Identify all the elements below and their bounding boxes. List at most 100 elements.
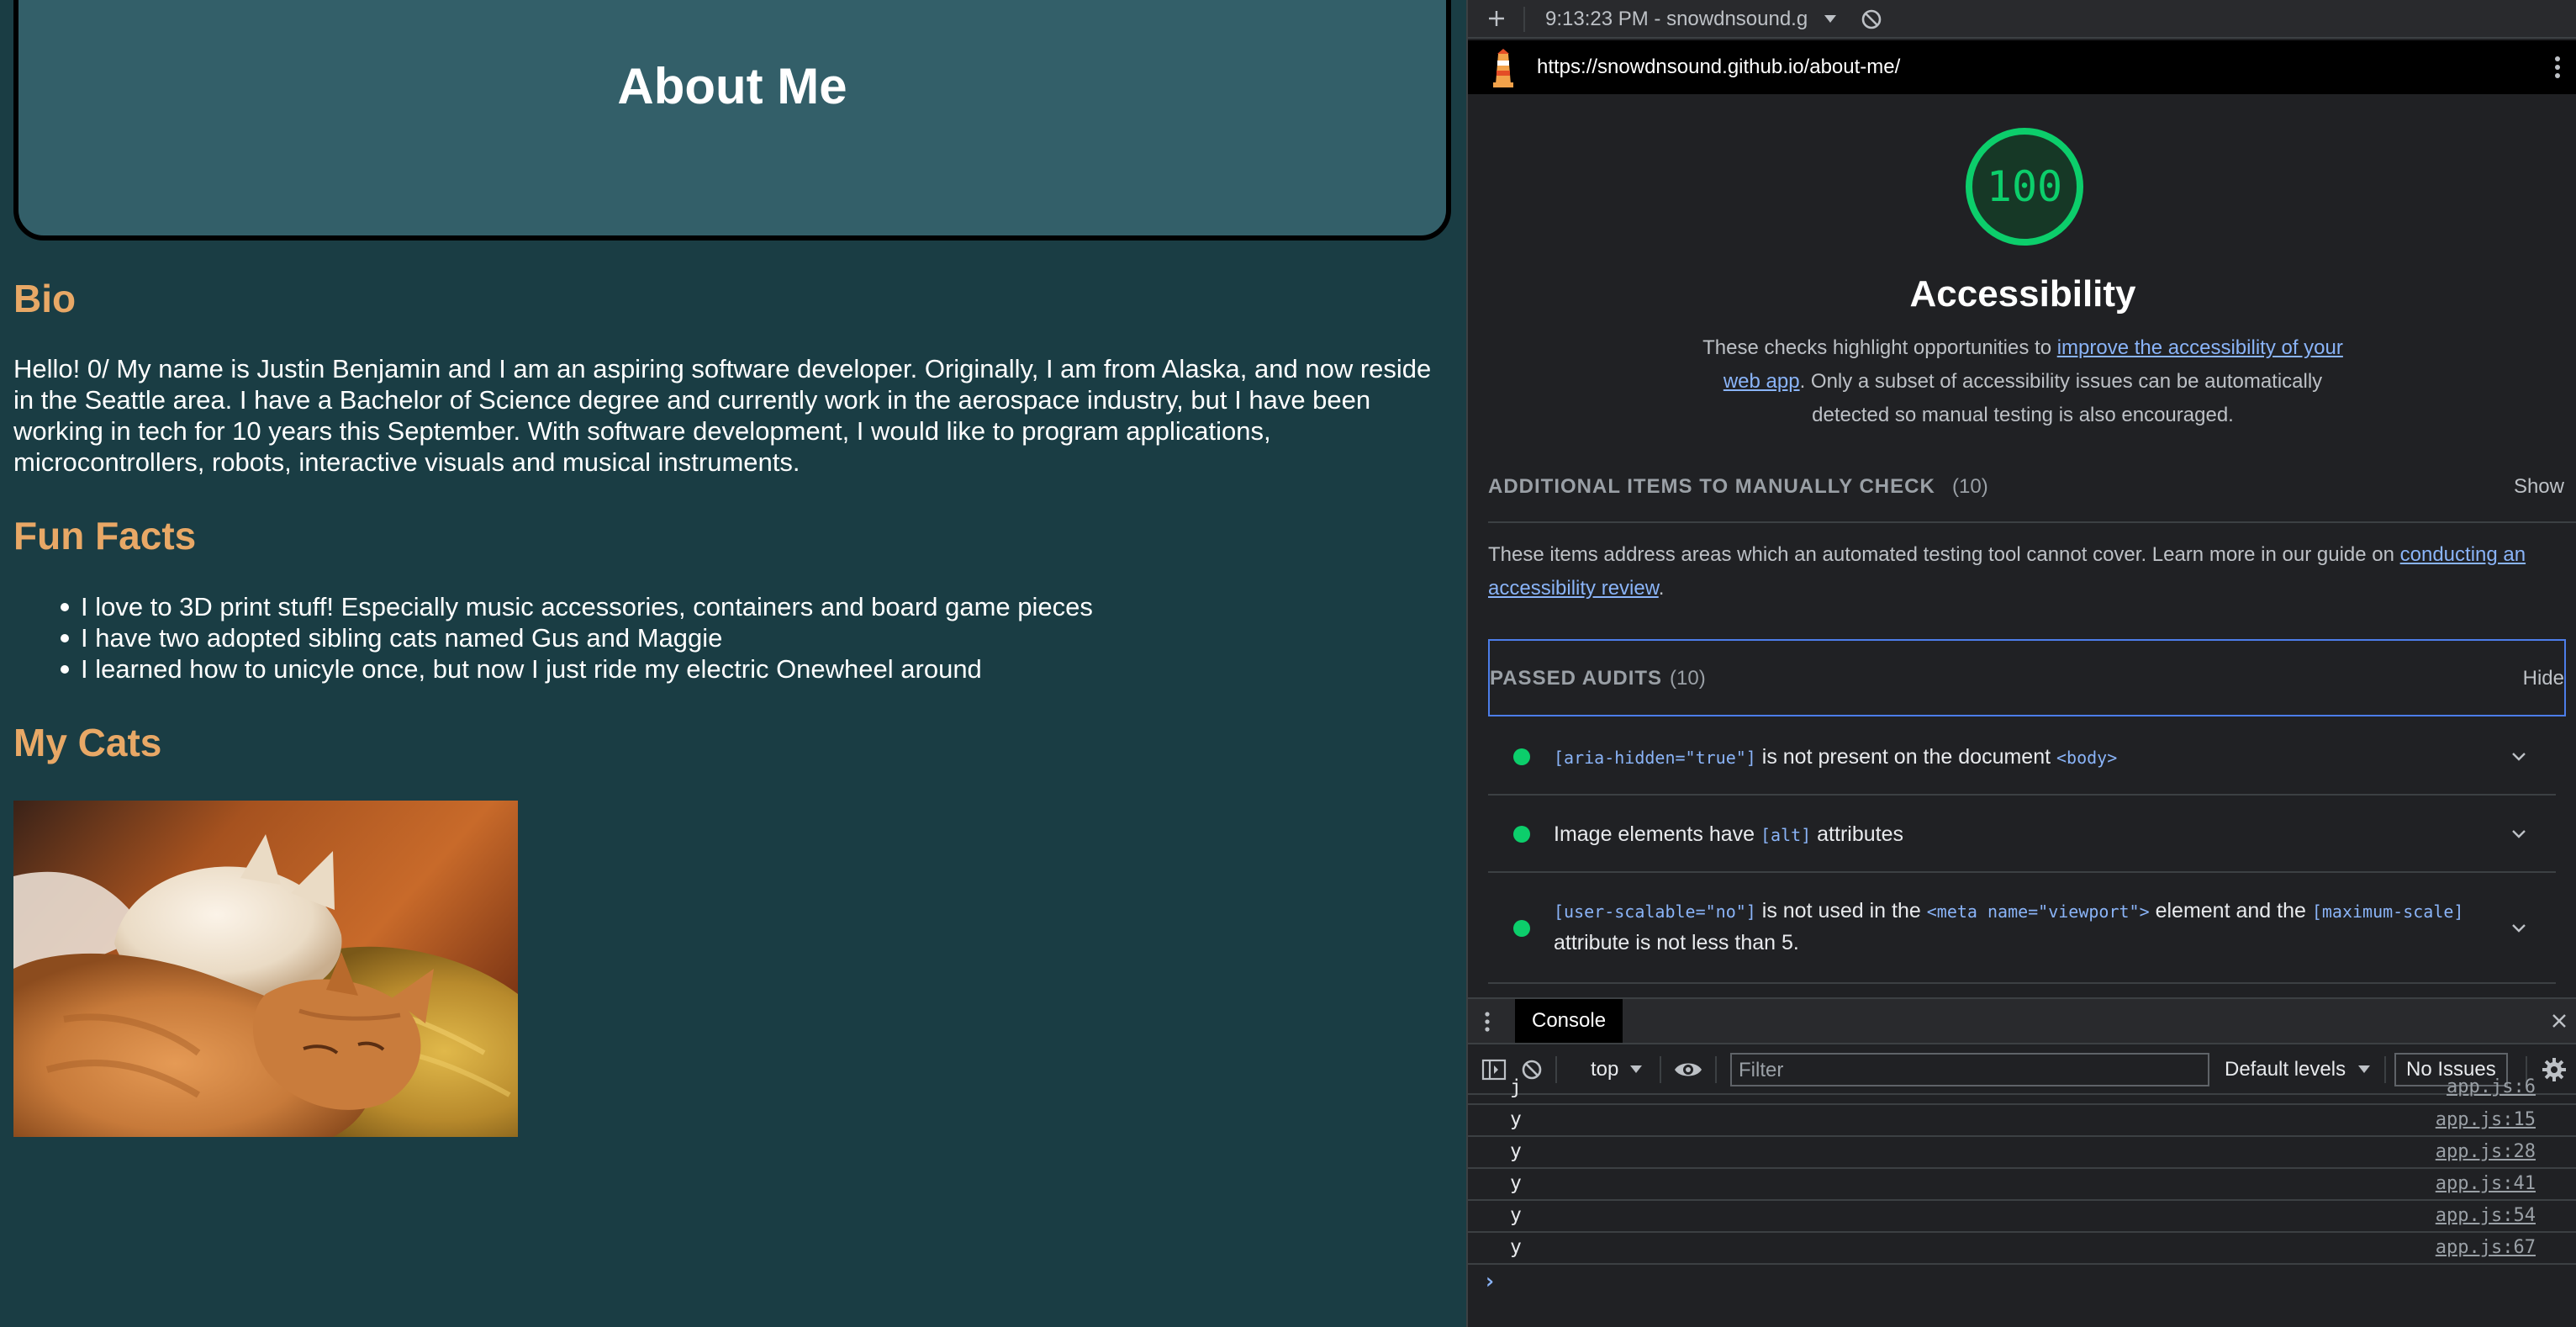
- console-message-row[interactable]: y app.js:54: [1468, 1201, 2576, 1233]
- lighthouse-toolbar: 9:13:23 PM - snowdnsound.g: [1468, 0, 2576, 39]
- toolbar-separator: [2384, 1056, 2386, 1083]
- fun-fact-item: I learned how to unicyle once, but now I…: [61, 653, 1342, 685]
- toolbar-separator: [1660, 1056, 1661, 1083]
- console-message-row[interactable]: y app.js:67: [1468, 1233, 2576, 1265]
- devtools-panel: 9:13:23 PM - snowdnsound.g https://snowd…: [1466, 0, 2576, 1327]
- manual-check-group[interactable]: ADDITIONAL ITEMS TO MANUALLY CHECK (10) …: [1488, 447, 2576, 523]
- source-link[interactable]: app.js:28: [2436, 1141, 2536, 1162]
- audit-code: [aria-hidden="true"]: [1554, 748, 1756, 768]
- dropdown-arrow-icon[interactable]: [1626, 1059, 1646, 1079]
- console-message-text: y: [1510, 1236, 1522, 1258]
- toolbar-separator: [1523, 7, 1525, 32]
- category-title: Accessibility: [1909, 273, 2136, 315]
- report-selector[interactable]: 9:13:23 PM - snowdnsound.g: [1545, 6, 1834, 33]
- audit-code: <meta name="viewport">: [1926, 901, 2150, 922]
- source-link[interactable]: app.js:6: [2447, 1076, 2536, 1097]
- description-text: . Only a subset of accessibility issues …: [1799, 370, 2323, 426]
- console-settings-gear-icon[interactable]: [2541, 1056, 2568, 1083]
- audit-text: attributes: [1811, 822, 1903, 846]
- audit-text: element and the: [2149, 899, 2312, 923]
- console-message-row[interactable]: y app.js:28: [1468, 1137, 2576, 1169]
- console-message-text: y: [1510, 1204, 1522, 1226]
- context-selector[interactable]: top: [1591, 1056, 1618, 1083]
- pass-indicator-icon: [1513, 826, 1530, 843]
- audit-row[interactable]: [aria-hidden="true"] is not present on t…: [1488, 718, 2556, 796]
- cats-photo: [13, 801, 518, 1137]
- description-text: These checks highlight opportunities to: [1702, 336, 2057, 359]
- about-me-page: About Me Bio Hello! 0/ My name is Justin…: [0, 0, 1466, 1327]
- toolbar-separator: [1715, 1056, 1717, 1083]
- audit-text: attribute is not less than 5.: [1554, 931, 1799, 954]
- pass-indicator-icon: [1513, 920, 1530, 937]
- console-message-row[interactable]: y app.js:41: [1468, 1169, 2576, 1201]
- audit-row[interactable]: Image elements have [alt] attributes: [1488, 796, 2556, 873]
- clear-reports-icon[interactable]: [1858, 6, 1885, 33]
- audit-text: is not present on the document: [1755, 745, 2056, 769]
- audit-code: <body>: [2056, 748, 2118, 768]
- page-header: About Me: [13, 0, 1451, 241]
- fun-facts-list: I love to 3D print stuff! Especially mus…: [61, 591, 1342, 685]
- source-link[interactable]: app.js:15: [2436, 1109, 2536, 1130]
- live-expression-eye-icon[interactable]: [1673, 1058, 1703, 1081]
- manual-check-title: ADDITIONAL ITEMS TO MANUALLY CHECK: [1488, 475, 1935, 498]
- new-report-icon[interactable]: [1483, 5, 1510, 32]
- chevron-down-icon[interactable]: [2507, 917, 2531, 940]
- report-url-bar: https://snowdnsound.github.io/about-me/: [1468, 40, 2576, 94]
- console-drawer: Console top Filter Default levels No Iss…: [1468, 997, 2576, 1327]
- chevron-down-icon[interactable]: [2507, 822, 2531, 846]
- filter-placeholder: Filter: [1739, 1059, 1784, 1081]
- audit-text: is not used in the: [1755, 899, 1927, 923]
- category-description: These checks highlight opportunities to …: [1687, 331, 2359, 432]
- passed-audits-group[interactable]: PASSED AUDITS (10) Hide: [1488, 639, 2566, 716]
- more-options-icon[interactable]: [2549, 52, 2566, 82]
- source-link[interactable]: app.js:67: [2436, 1237, 2536, 1258]
- console-message-row[interactable]: y app.js:15: [1468, 1105, 2576, 1137]
- console-message-text: y: [1510, 1172, 1522, 1194]
- manual-text: .: [1658, 577, 1665, 600]
- manual-text: These items address areas which an autom…: [1488, 543, 2400, 566]
- dropdown-arrow-icon[interactable]: [1819, 8, 1841, 29]
- audit-title: Image elements have [alt] attributes: [1554, 818, 2487, 850]
- console-message-text: y: [1510, 1108, 1522, 1130]
- console-message-row[interactable]: j app.js:6: [1468, 1076, 2576, 1105]
- clear-console-icon[interactable]: [1518, 1056, 1545, 1083]
- drawer-menu-icon[interactable]: [1480, 1007, 1495, 1036]
- audit-title: [aria-hidden="true"] is not present on t…: [1554, 741, 2487, 773]
- sidebar-toggle-icon[interactable]: [1481, 1058, 1507, 1081]
- show-toggle[interactable]: Show: [2514, 474, 2564, 500]
- my-cats-heading: My Cats: [13, 721, 162, 764]
- manual-check-description: These items address areas which an autom…: [1488, 538, 2564, 605]
- lighthouse-report: 100 Accessibility These checks highlight…: [1468, 94, 2576, 997]
- log-levels-selector[interactable]: Default levels: [2225, 1056, 2346, 1083]
- pass-indicator-icon: [1513, 748, 1530, 765]
- score-value: 100: [1986, 162, 2063, 211]
- bio-paragraph: Hello! 0/ My name is Justin Benjamin and…: [13, 354, 1432, 477]
- passed-audits-title: PASSED AUDITS: [1490, 667, 1663, 690]
- bio-heading: Bio: [13, 277, 77, 320]
- fun-fact-item: I have two adopted sibling cats named Gu…: [61, 622, 1342, 653]
- prompt-chevron-icon: ›: [1483, 1269, 1497, 1294]
- tab-console[interactable]: Console: [1515, 999, 1623, 1043]
- audit-code: [maximum-scale]: [2311, 901, 2464, 922]
- chevron-down-icon[interactable]: [2507, 745, 2531, 769]
- dropdown-arrow-icon[interactable]: [2354, 1059, 2374, 1079]
- passed-audits-count: (10): [1670, 667, 1706, 690]
- audit-text: Image elements have: [1554, 822, 1760, 846]
- audit-row[interactable]: [user-scalable="no"] is not used in the …: [1488, 873, 2556, 984]
- console-prompt[interactable]: ›: [1468, 1266, 2576, 1300]
- console-message-text: y: [1510, 1140, 1522, 1162]
- close-icon[interactable]: [2547, 1009, 2571, 1033]
- audit-title: [user-scalable="no"] is not used in the …: [1554, 895, 2487, 959]
- filter-input[interactable]: Filter: [1730, 1053, 2209, 1086]
- drawer-tabbar: Console: [1468, 999, 2576, 1044]
- console-message-text: j: [1510, 1076, 1522, 1098]
- audit-code: [alt]: [1760, 825, 1812, 845]
- source-link[interactable]: app.js:41: [2436, 1173, 2536, 1194]
- page-title: About Me: [617, 58, 847, 114]
- audit-code: [user-scalable="no"]: [1554, 901, 1756, 922]
- fun-fact-item: I love to 3D print stuff! Especially mus…: [61, 591, 1342, 622]
- source-link[interactable]: app.js:54: [2436, 1205, 2536, 1226]
- report-url[interactable]: https://snowdnsound.github.io/about-me/: [1537, 54, 1900, 81]
- fun-facts-heading: Fun Facts: [13, 514, 197, 558]
- hide-toggle[interactable]: Hide: [2523, 666, 2564, 691]
